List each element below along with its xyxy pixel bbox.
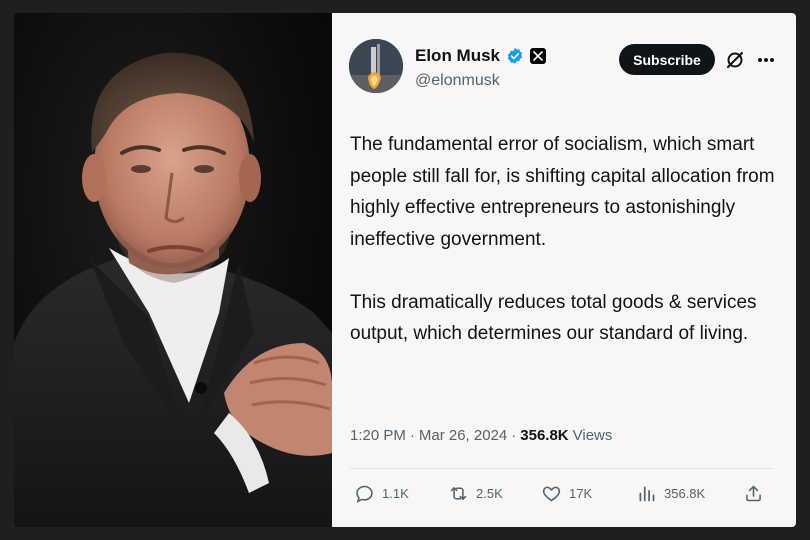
reply-button[interactable]: 1.1K — [354, 483, 409, 504]
x-logo-icon — [530, 48, 547, 64]
subscribe-button[interactable]: Subscribe — [619, 44, 715, 75]
tweet-date[interactable]: Mar 26, 2024 — [419, 427, 507, 444]
author-avatar[interactable] — [349, 39, 403, 93]
author-photo — [14, 13, 332, 527]
tweet-actions-bar: 1.1K 2.5K 17K 356.8K — [354, 483, 768, 507]
author-name-row: Elon Musk — [415, 46, 547, 66]
tweet-time[interactable]: 1:20 PM — [350, 427, 406, 444]
repost-count: 2.5K — [476, 486, 503, 501]
reply-icon — [356, 485, 373, 503]
tweet-screenshot-frame: Elon Musk @elonmusk Subscribe The fundam… — [14, 13, 796, 527]
share-button[interactable] — [743, 483, 764, 504]
portrait-illustration — [14, 52, 332, 527]
tweet-paragraph: This dramatically reduces total goods & … — [350, 291, 757, 345]
tweet-views-count: 356.8K — [520, 427, 569, 444]
tweet-paragraph: The fundamental error of socialism, whic… — [350, 134, 775, 250]
like-count: 17K — [569, 486, 593, 501]
share-icon — [746, 485, 761, 502]
more-icon[interactable] — [757, 57, 775, 63]
tweet-card: Elon Musk @elonmusk Subscribe The fundam… — [332, 13, 796, 527]
repost-button[interactable]: 2.5K — [448, 483, 503, 504]
grok-icon[interactable] — [725, 50, 745, 70]
verified-badge-icon — [507, 48, 523, 64]
meta-separator: · — [511, 427, 517, 444]
views-button[interactable]: 356.8K — [636, 483, 705, 504]
tweet-meta: 1:20 PM · Mar 26, 2024 · 356.8K Views — [350, 427, 612, 444]
views-icon — [639, 486, 655, 502]
like-icon — [542, 486, 561, 502]
meta-separator: · — [409, 427, 415, 444]
author-name[interactable]: Elon Musk — [415, 46, 500, 66]
like-button[interactable]: 17K — [541, 483, 592, 504]
tweet-body: The fundamental error of socialism, whic… — [350, 129, 780, 381]
divider — [350, 468, 774, 469]
tweet-views-label: Views — [572, 427, 613, 444]
author-handle[interactable]: @elonmusk — [415, 72, 500, 90]
rocket-launch-avatar-icon — [349, 39, 403, 93]
reply-count: 1.1K — [382, 486, 409, 501]
views-count: 356.8K — [664, 486, 706, 501]
repost-icon — [450, 487, 467, 500]
